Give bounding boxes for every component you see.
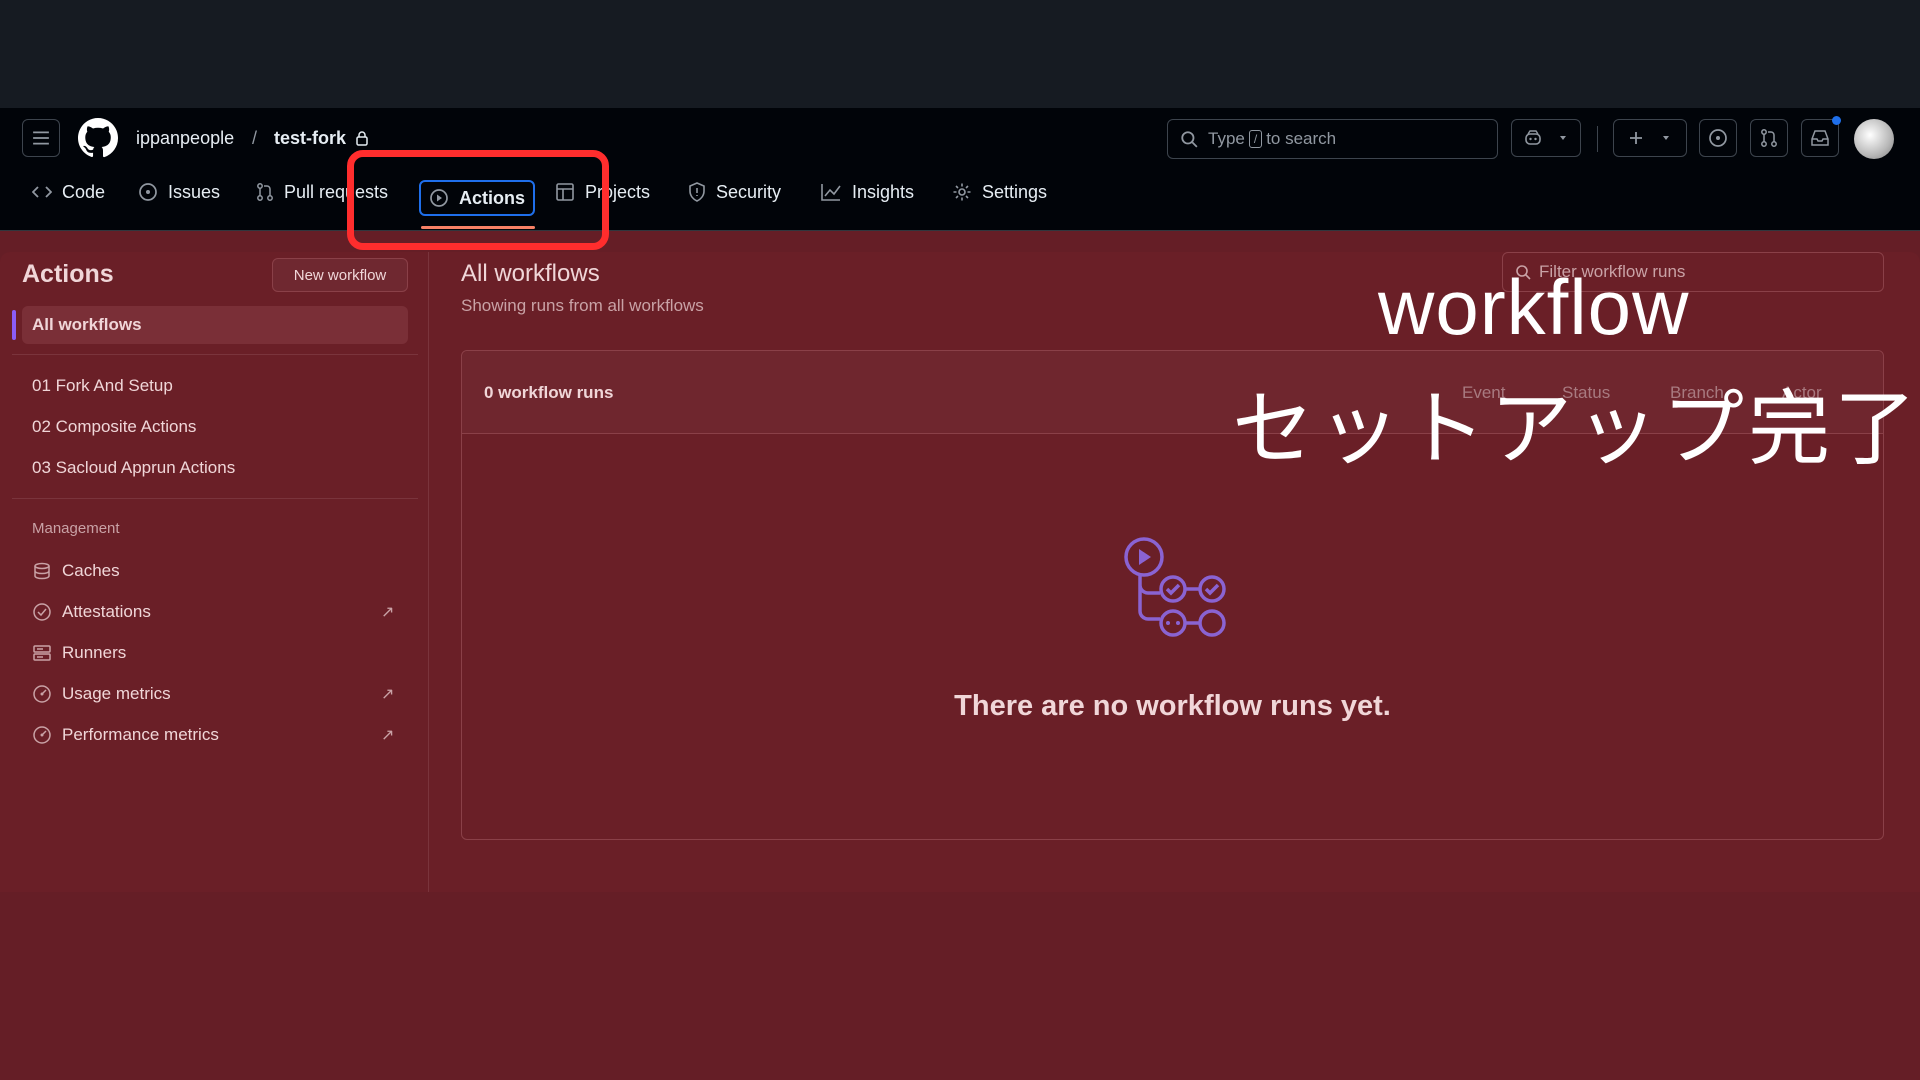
page-title: All workflows — [461, 260, 600, 287]
pull-requests-button[interactable] — [1750, 119, 1788, 157]
tab-label: Issues — [168, 181, 221, 202]
empty-state-message: There are no workflow runs yet. — [954, 690, 1391, 722]
notification-dot — [1832, 116, 1841, 125]
overlay-caption-line1: workflow — [1378, 263, 1690, 351]
sidebar-item-workflow[interactable]: 03 Sacloud Apprun Actions — [32, 458, 235, 478]
sidebar-item-attestations[interactable]: Attestations — [32, 602, 151, 622]
issue-icon — [1709, 129, 1727, 147]
lock-icon — [356, 131, 368, 146]
external-link-icon: ↗ — [381, 686, 395, 703]
management-heading: Management — [32, 520, 120, 537]
external-link-icon: ↗ — [381, 727, 395, 744]
search-icon — [1181, 131, 1198, 148]
workflow-icon — [1124, 537, 1226, 637]
inbox-button[interactable] — [1801, 119, 1839, 157]
sidebar-item-label: Caches — [62, 561, 120, 580]
create-new-button[interactable] — [1613, 119, 1687, 157]
page-subtitle: Showing runs from all workflows — [461, 296, 704, 315]
chevron-down-icon — [1560, 136, 1566, 140]
pull-request-icon — [257, 183, 273, 201]
sidebar-item-label: Runners — [62, 643, 127, 662]
issue-icon — [139, 183, 157, 201]
tab-insights[interactable]: Insights — [820, 174, 914, 210]
code-icon — [32, 186, 52, 198]
tab-code[interactable]: Code — [32, 174, 105, 210]
hamburger-icon — [33, 131, 49, 145]
active-indicator — [12, 310, 16, 340]
top-strip — [0, 0, 1920, 108]
external-link-icon: ↗ — [381, 604, 395, 621]
sidebar-item-runners[interactable]: Runners — [32, 643, 126, 663]
pull-request-icon — [1761, 129, 1777, 147]
tab-issues[interactable]: Issues — [138, 174, 220, 210]
divider — [12, 354, 418, 355]
new-workflow-button[interactable]: New workflow — [272, 258, 408, 292]
gear-icon — [953, 183, 971, 201]
plus-icon — [1630, 132, 1642, 144]
breadcrumb-owner[interactable]: ippanpeople — [136, 128, 234, 149]
search-input[interactable]: Type / to search — [1167, 119, 1498, 159]
github-logo-icon[interactable] — [78, 118, 118, 158]
sidebar-item-label: All workflows — [32, 315, 142, 334]
actions-highlight-annotation — [347, 150, 609, 250]
tab-security[interactable]: Security — [688, 174, 781, 210]
verified-icon — [33, 603, 51, 621]
sidebar-item-label: Usage metrics — [62, 684, 171, 703]
search-shortcut-key: / — [1248, 130, 1263, 148]
breadcrumb-separator: / — [252, 128, 258, 148]
menu-button[interactable] — [22, 119, 60, 157]
meter-icon — [33, 726, 51, 744]
overlay-caption-line2: セットアップ完了 — [1232, 384, 1920, 475]
sidebar-title: Actions — [22, 260, 114, 288]
shield-icon — [689, 182, 705, 202]
copilot-icon — [1525, 130, 1541, 145]
divider — [12, 498, 418, 499]
header-divider — [1597, 126, 1598, 152]
breadcrumb-repo[interactable]: test-fork — [274, 128, 346, 149]
database-icon — [34, 562, 50, 580]
sidebar-divider — [428, 252, 429, 892]
tab-label: Security — [716, 181, 782, 202]
sidebar-item-caches[interactable]: Caches — [32, 561, 120, 581]
copilot-button[interactable] — [1511, 119, 1581, 157]
server-icon — [33, 645, 51, 661]
search-prefix: Type — [1208, 129, 1245, 148]
tab-label: Settings — [982, 181, 1048, 202]
graph-icon — [821, 184, 841, 201]
tab-label: Code — [62, 181, 106, 202]
tab-label: Insights — [852, 181, 915, 202]
chevron-down-icon — [1663, 136, 1669, 140]
sidebar-item-label: Performance metrics — [62, 725, 219, 744]
sidebar-item-workflow[interactable]: 02 Composite Actions — [32, 417, 196, 437]
repo-header: ippanpeople / test-fork Type / to search — [0, 108, 1920, 231]
avatar[interactable] — [1854, 119, 1894, 159]
meter-icon — [33, 685, 51, 703]
runs-count: 0 workflow runs — [484, 383, 614, 402]
issues-button[interactable] — [1699, 119, 1737, 157]
tab-settings[interactable]: Settings — [952, 174, 1047, 210]
search-suffix: to search — [1266, 129, 1337, 148]
sidebar-item-usage-metrics[interactable]: Usage metrics — [32, 684, 171, 704]
sidebar-item-label: Attestations — [62, 602, 151, 621]
inbox-icon — [1811, 130, 1829, 146]
sidebar-item-performance-metrics[interactable]: Performance metrics — [32, 725, 219, 745]
sidebar-item-workflow[interactable]: 01 Fork And Setup — [32, 376, 173, 396]
